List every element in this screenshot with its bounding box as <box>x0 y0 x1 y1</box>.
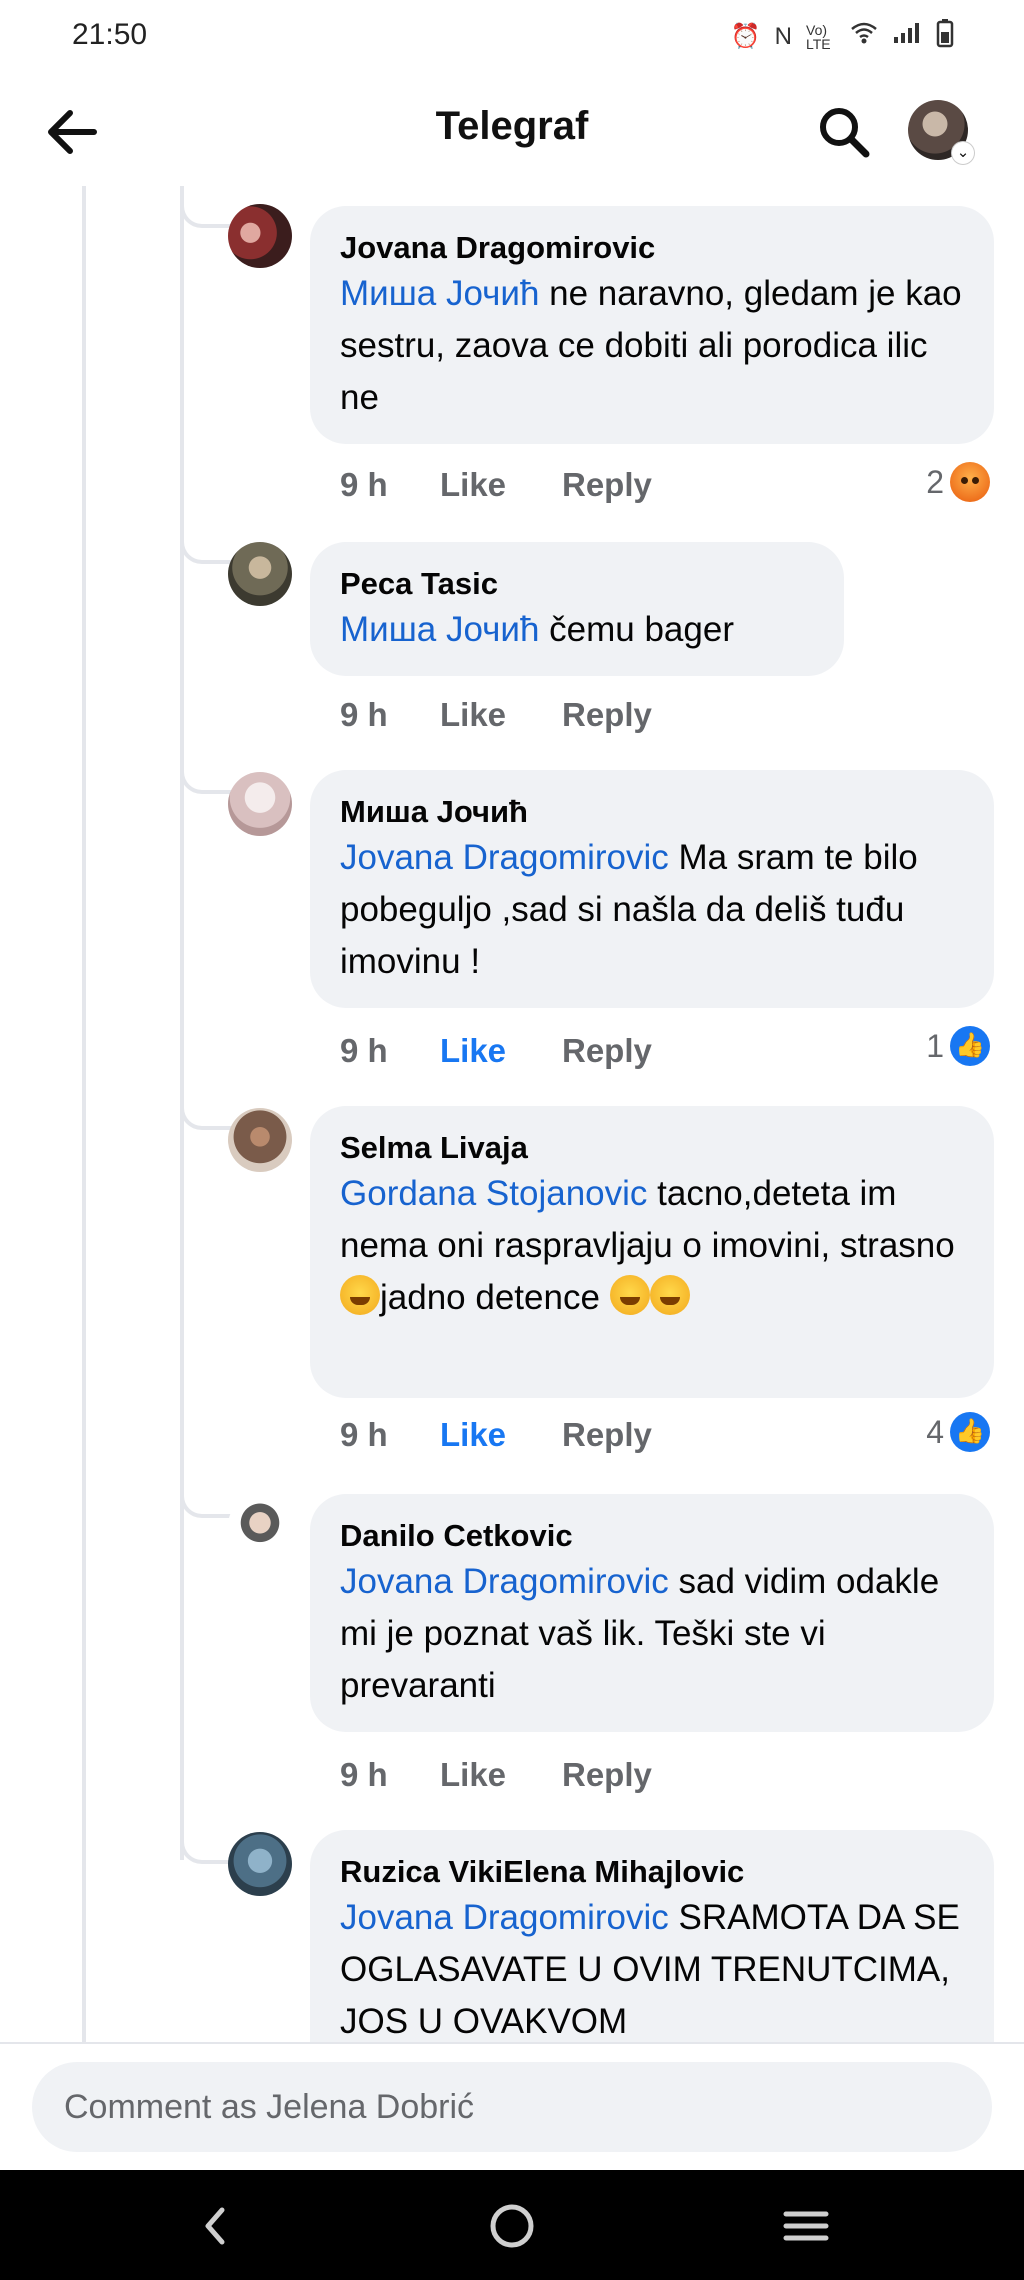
comment-bubble[interactable]: Danilo Cetkovic Jovana Dragomirovic sad … <box>310 1494 994 1732</box>
comment-author[interactable]: Danilo Cetkovic <box>340 1516 964 1556</box>
like-icon: 👍 <box>950 1026 990 1066</box>
comment-text: Миша Јочић ne naravno, gledam je kao ses… <box>340 268 964 424</box>
volte-icon: Vo) LTE <box>806 21 831 52</box>
nav-back-icon <box>205 2207 225 2245</box>
like-button[interactable]: Like <box>440 696 562 734</box>
comment-actions: 9 h Like Reply <box>340 1032 652 1070</box>
comment-author[interactable]: Ruzica VikiElena Mihajlovic <box>340 1852 964 1892</box>
mention-link[interactable]: Gordana Stojanovic <box>340 1174 647 1213</box>
mention-link[interactable]: Jovana Dragomirovic <box>340 1898 669 1937</box>
thread-branch <box>180 1098 232 1130</box>
avatar[interactable] <box>228 772 292 836</box>
nav-recents-button[interactable] <box>776 2198 836 2254</box>
comment-time[interactable]: 9 h <box>340 1756 440 1794</box>
comment-composer: Comment as Jelena Dobrić <box>0 2042 1024 2172</box>
status-bar: 21:50 ⏰ N Vo) LTE <box>0 0 1024 74</box>
wifi-icon <box>850 21 878 52</box>
comment-body-end: jadno detence <box>380 1278 600 1317</box>
mention-link[interactable]: Jovana Dragomirovic <box>340 1562 669 1601</box>
status-time: 21:50 <box>72 18 148 51</box>
angry-icon <box>950 462 990 502</box>
comment-item: Ruzica VikiElena Mihajlovic Jovana Drago… <box>0 1830 1024 2042</box>
nav-recents-icon <box>783 2211 829 2241</box>
reply-button[interactable]: Reply <box>562 1032 652 1070</box>
comment-input[interactable]: Comment as Jelena Dobrić <box>32 2062 992 2152</box>
loudly-crying-face-icon <box>609 1275 650 1315</box>
comment-author[interactable]: Peca Tasic <box>340 564 814 604</box>
like-button[interactable]: Like <box>440 1756 562 1794</box>
reaction-count: 2 <box>926 463 944 500</box>
reply-button[interactable]: Reply <box>562 696 652 734</box>
comment-bubble[interactable]: Миша Јочић Jovana Dragomirovic Ma sram t… <box>310 770 994 1008</box>
thread-branch <box>180 1486 232 1518</box>
comment-time[interactable]: 9 h <box>340 1416 440 1454</box>
comment-time[interactable]: 9 h <box>340 696 440 734</box>
comment-actions: 9 h Like Reply <box>340 466 652 504</box>
profile-button[interactable]: ⌄ <box>908 100 974 166</box>
thread-line <box>82 186 86 2042</box>
comment-actions: 9 h Like Reply <box>340 696 652 734</box>
comment-author[interactable]: Selma Livaja <box>340 1128 964 1168</box>
comment-text: Gordana Stojanovic tacno,deteta im nema … <box>340 1168 964 1324</box>
avatar[interactable] <box>228 204 292 268</box>
loudly-crying-face-icon <box>649 1275 690 1315</box>
thread-branch <box>180 532 232 564</box>
avatar[interactable] <box>228 1494 292 1558</box>
comment-text: Jovana Dragomirovic Ma sram te bilo pobe… <box>340 832 964 988</box>
comment-bubble[interactable]: Selma Livaja Gordana Stojanovic tacno,de… <box>310 1106 994 1398</box>
reaction-summary[interactable]: 2 <box>926 462 990 502</box>
mention-link[interactable]: Jovana Dragomirovic <box>340 838 669 877</box>
like-icon: 👍 <box>950 1412 990 1452</box>
comment-bubble[interactable]: Ruzica VikiElena Mihajlovic Jovana Drago… <box>310 1830 994 2042</box>
reply-button[interactable]: Reply <box>562 1756 652 1794</box>
reply-thread-line <box>180 186 184 1860</box>
avatar[interactable] <box>228 542 292 606</box>
like-button[interactable]: Like <box>440 1416 562 1454</box>
comment-text: Jovana Dragomirovic sad vidim odakle mi … <box>340 1556 964 1712</box>
comment-bubble[interactable]: Peca Tasic Миша Јочић čemu bager <box>310 542 844 676</box>
thread-branch <box>180 196 232 228</box>
comment-time[interactable]: 9 h <box>340 466 440 504</box>
reaction-count: 1 <box>926 1027 944 1064</box>
comment-text: Миша Јочић čemu bager <box>340 604 814 656</box>
comment-text: Jovana Dragomirovic SRAMOTA DA SE OGLASA… <box>340 1892 964 2042</box>
mention-link[interactable]: Миша Јочић <box>340 610 539 649</box>
nav-home-icon <box>490 2204 534 2248</box>
system-nav-bar <box>0 2170 1024 2280</box>
status-icons: ⏰ N Vo) LTE <box>731 18 954 55</box>
nfc-icon: N <box>774 22 792 50</box>
comment-author[interactable]: Миша Јочић <box>340 792 964 832</box>
like-button[interactable]: Like <box>440 466 562 504</box>
reaction-summary[interactable]: 1 👍 <box>926 1026 990 1066</box>
comment-actions: 9 h Like Reply <box>340 1756 652 1794</box>
comment-author[interactable]: Jovana Dragomirovic <box>340 228 964 268</box>
like-button[interactable]: Like <box>440 1032 562 1070</box>
crying-face-icon <box>340 1275 380 1315</box>
reply-button[interactable]: Reply <box>562 1416 652 1454</box>
avatar[interactable] <box>228 1832 292 1896</box>
search-icon <box>820 108 870 158</box>
avatar[interactable] <box>228 1108 292 1172</box>
top-bar: Telegraf ⌄ <box>0 74 1024 186</box>
comment-actions: 9 h Like Reply <box>340 1416 652 1454</box>
reaction-summary[interactable]: 4 👍 <box>926 1412 990 1452</box>
nav-home-button[interactable] <box>482 2198 542 2254</box>
reply-button[interactable]: Reply <box>562 466 652 504</box>
comment-time[interactable]: 9 h <box>340 1032 440 1070</box>
nav-back-button[interactable] <box>186 2198 246 2254</box>
search-button[interactable] <box>814 102 874 162</box>
comment-body: čemu bager <box>539 610 734 649</box>
mention-link[interactable]: Миша Јочић <box>340 274 539 313</box>
chevron-down-icon: ⌄ <box>952 142 974 164</box>
comment-bubble[interactable]: Jovana Dragomirovic Миша Јочић ne naravn… <box>310 206 994 444</box>
battery-icon <box>936 18 954 55</box>
signal-icon <box>892 21 922 52</box>
thread-branch <box>180 762 232 794</box>
reaction-count: 4 <box>926 1413 944 1450</box>
alarm-icon: ⏰ <box>730 23 761 50</box>
